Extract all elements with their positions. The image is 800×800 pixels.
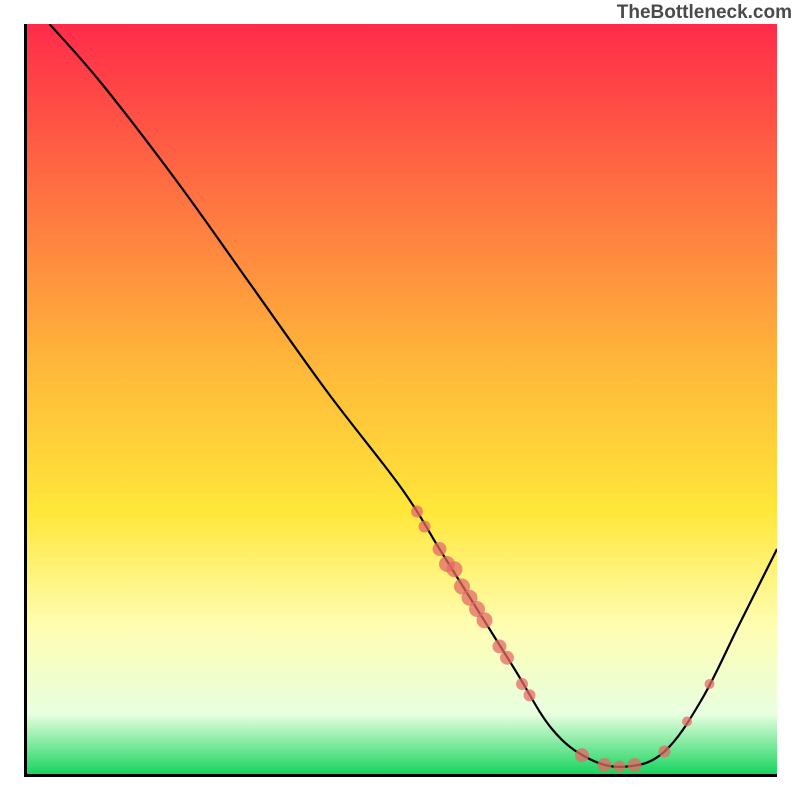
data-marker [500,651,514,665]
data-marker [419,521,431,533]
curve-layer [27,24,777,774]
data-marker [705,679,715,689]
data-marker [411,506,423,518]
data-marker [682,717,692,727]
data-marker [614,761,626,773]
data-marker [598,758,612,772]
data-marker [516,678,528,690]
data-marker [524,689,536,701]
watermark-label: TheBottleneck.com [617,2,792,24]
data-markers [411,506,714,773]
data-marker [447,561,463,577]
data-marker [628,758,642,772]
data-marker [433,542,447,556]
data-marker [477,612,493,628]
plot-area [24,24,777,777]
data-marker [575,748,589,762]
data-marker [659,746,671,758]
bottleneck-curve [50,24,778,767]
